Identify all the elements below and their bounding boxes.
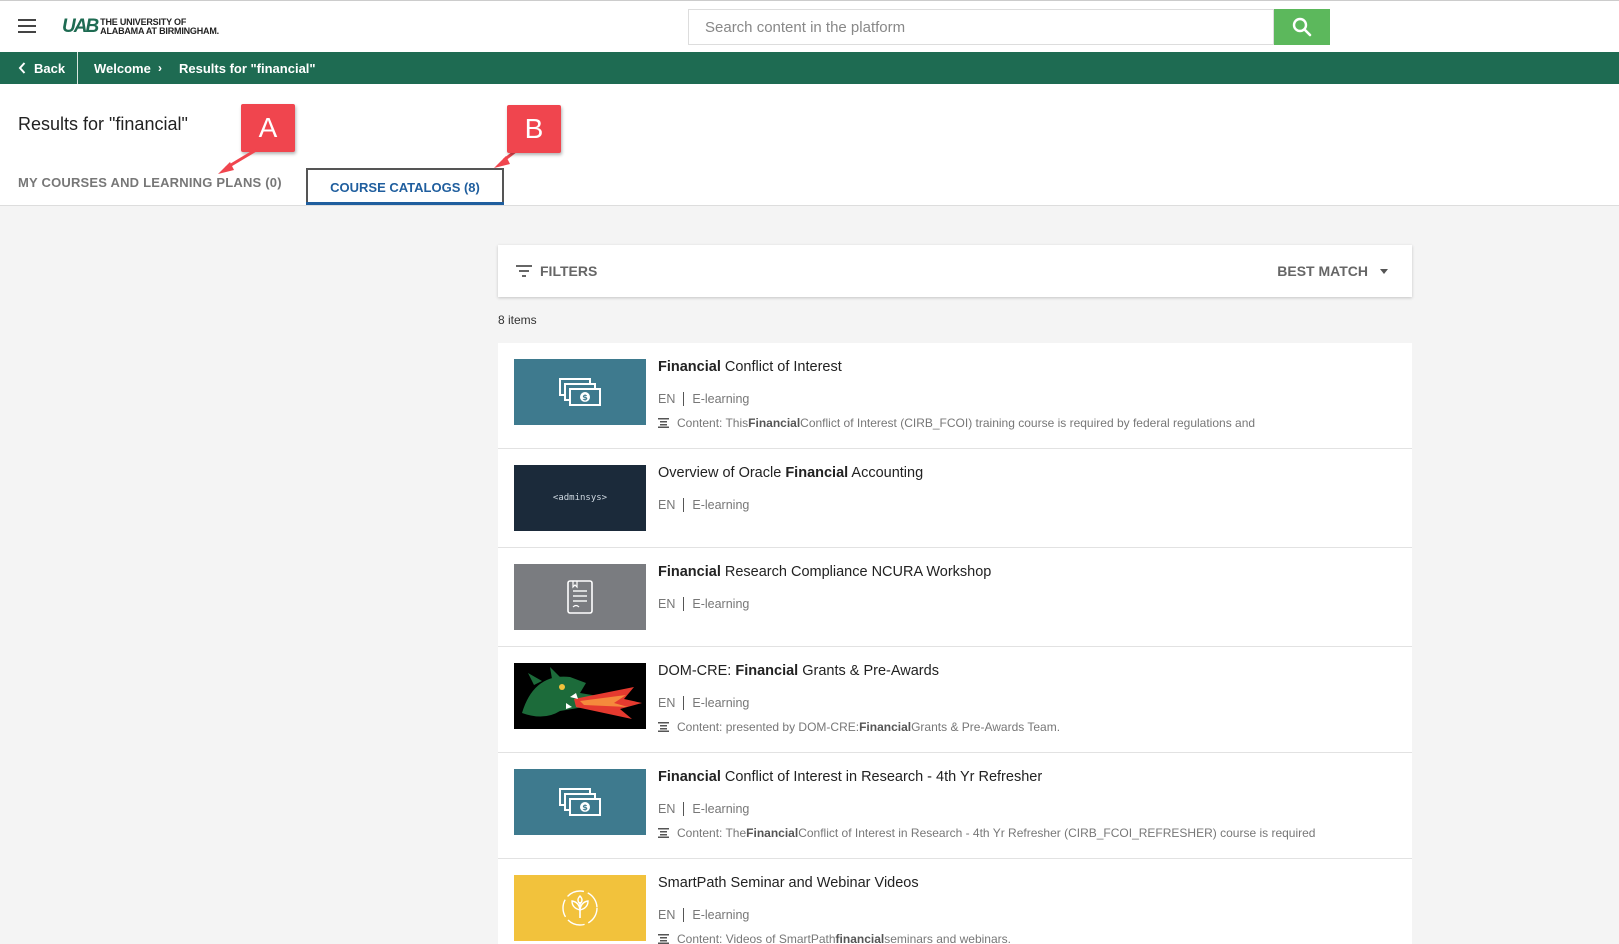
filters-label: FILTERS xyxy=(540,263,598,279)
items-count: 8 items xyxy=(498,313,537,327)
course-content-snippet: Content: The Financial Conflict of Inter… xyxy=(658,826,1315,840)
text-lines-icon xyxy=(658,418,669,428)
course-meta: EN E-learning xyxy=(658,597,749,611)
document-icon xyxy=(567,580,593,614)
filters-button[interactable]: FILTERS xyxy=(516,245,597,297)
course-title[interactable]: Financial Conflict of Interest in Resear… xyxy=(658,769,1042,785)
meta-divider xyxy=(683,696,685,710)
content-highlight: Financial xyxy=(859,720,912,734)
course-content-snippet: Content: Videos of SmartPath financial s… xyxy=(658,932,1011,944)
title-pre: Overview of Oracle xyxy=(658,465,786,481)
svg-text:$: $ xyxy=(582,803,588,812)
filter-icon xyxy=(516,265,532,277)
filters-bar: FILTERS BEST MATCH xyxy=(498,245,1412,297)
course-thumbnail: $ xyxy=(514,359,646,425)
text-lines-icon xyxy=(658,934,669,944)
title-rest: Conflict of Interest xyxy=(720,359,842,375)
sort-label: BEST MATCH xyxy=(1277,263,1368,279)
title-highlight: Financial xyxy=(658,769,721,785)
content-pre: Content: This xyxy=(677,416,749,430)
course-language: EN xyxy=(658,597,676,611)
title-rest: Conflict of Interest in Research - 4th Y… xyxy=(720,769,1043,785)
title-rest: Accounting xyxy=(848,465,924,481)
course-content-snippet: Content: This Financial Conflict of Inte… xyxy=(658,416,1255,430)
course-thumbnail xyxy=(514,564,646,630)
result-item[interactable]: $ Financial Conflict of Interest EN E-lea… xyxy=(498,343,1412,449)
course-meta: EN E-learning xyxy=(658,498,749,512)
course-type: E-learning xyxy=(692,802,750,816)
text-lines-icon xyxy=(658,722,669,732)
result-item[interactable]: <adminsys> Overview of Oracle Financial … xyxy=(498,449,1412,548)
course-language: EN xyxy=(658,908,676,922)
course-language: EN xyxy=(658,498,676,512)
results-list: $ Financial Conflict of Interest EN E-lea… xyxy=(498,343,1412,944)
course-thumbnail xyxy=(514,875,646,941)
callout-b: B xyxy=(507,105,561,153)
content-pre: Content: presented by DOM-CRE: xyxy=(677,720,860,734)
text-lines-icon xyxy=(658,828,669,838)
result-item[interactable]: DOM-CRE: Financial Grants & Pre-Awards E… xyxy=(498,647,1412,753)
meta-divider xyxy=(683,802,685,816)
dragon-image xyxy=(514,663,646,729)
content-highlight: financial xyxy=(835,932,885,944)
title-highlight: Financial xyxy=(658,564,721,580)
course-meta: EN E-learning xyxy=(658,392,749,406)
meta-divider xyxy=(683,908,685,922)
course-title[interactable]: Financial Research Compliance NCURA Work… xyxy=(658,564,991,580)
course-type: E-learning xyxy=(692,597,750,611)
adminsys-label: <adminsys> xyxy=(552,493,608,503)
course-meta: EN E-learning xyxy=(658,908,749,922)
sort-dropdown[interactable]: BEST MATCH xyxy=(1277,245,1388,297)
result-item[interactable]: SmartPath Seminar and Webinar Videos EN E… xyxy=(498,859,1412,944)
course-type: E-learning xyxy=(692,498,750,512)
course-type: E-learning xyxy=(692,696,750,710)
title-pre: DOM-CRE: xyxy=(658,663,736,679)
money-icon: $ xyxy=(559,378,601,406)
course-meta: EN E-learning xyxy=(658,696,749,710)
result-item[interactable]: Financial Research Compliance NCURA Work… xyxy=(498,548,1412,647)
course-title[interactable]: Financial Conflict of Interest xyxy=(658,359,842,375)
title-rest: Research Compliance NCURA Workshop xyxy=(720,564,992,580)
course-language: EN xyxy=(658,696,676,710)
course-thumbnail: <adminsys> xyxy=(514,465,646,531)
meta-divider xyxy=(683,392,685,406)
course-thumbnail: $ xyxy=(514,769,646,835)
title-highlight: Financial xyxy=(735,663,799,679)
content-post: seminars and webinars. xyxy=(884,932,1011,944)
course-type: E-learning xyxy=(692,392,750,406)
course-thumbnail xyxy=(514,663,646,729)
course-title[interactable]: SmartPath Seminar and Webinar Videos xyxy=(658,875,919,891)
content-highlight: Financial xyxy=(748,416,801,430)
content-pre: Content: Videos of SmartPath xyxy=(677,932,836,944)
course-meta: EN E-learning xyxy=(658,802,749,816)
content-post: Grants & Pre-Awards Team. xyxy=(911,720,1061,734)
course-type: E-learning xyxy=(692,908,750,922)
course-content-snippet: Content: presented by DOM-CRE: Financial… xyxy=(658,720,1060,734)
money-icon: $ xyxy=(559,788,601,816)
caret-down-icon xyxy=(1380,268,1388,274)
course-language: EN xyxy=(658,802,676,816)
content-pre: Content: The xyxy=(677,826,747,840)
title-highlight: Financial xyxy=(785,465,849,481)
growth-icon xyxy=(562,890,598,926)
title-rest: Grants & Pre-Awards xyxy=(798,663,939,679)
svg-text:$: $ xyxy=(582,393,588,402)
meta-divider xyxy=(683,498,685,512)
content-post: Conflict of Interest (CIRB_FCOI) trainin… xyxy=(800,416,1256,430)
course-language: EN xyxy=(658,392,676,406)
result-item[interactable]: $ Financial Conflict of Interest in Rese… xyxy=(498,753,1412,859)
course-title[interactable]: Overview of Oracle Financial Accounting xyxy=(658,465,923,481)
title-pre: SmartPath Seminar and Webinar Videos xyxy=(658,875,919,891)
content-post: Conflict of Interest in Research - 4th Y… xyxy=(798,826,1316,840)
title-highlight: Financial xyxy=(658,359,721,375)
course-title[interactable]: DOM-CRE: Financial Grants & Pre-Awards xyxy=(658,663,939,679)
meta-divider xyxy=(683,597,685,611)
content-highlight: Financial xyxy=(746,826,799,840)
